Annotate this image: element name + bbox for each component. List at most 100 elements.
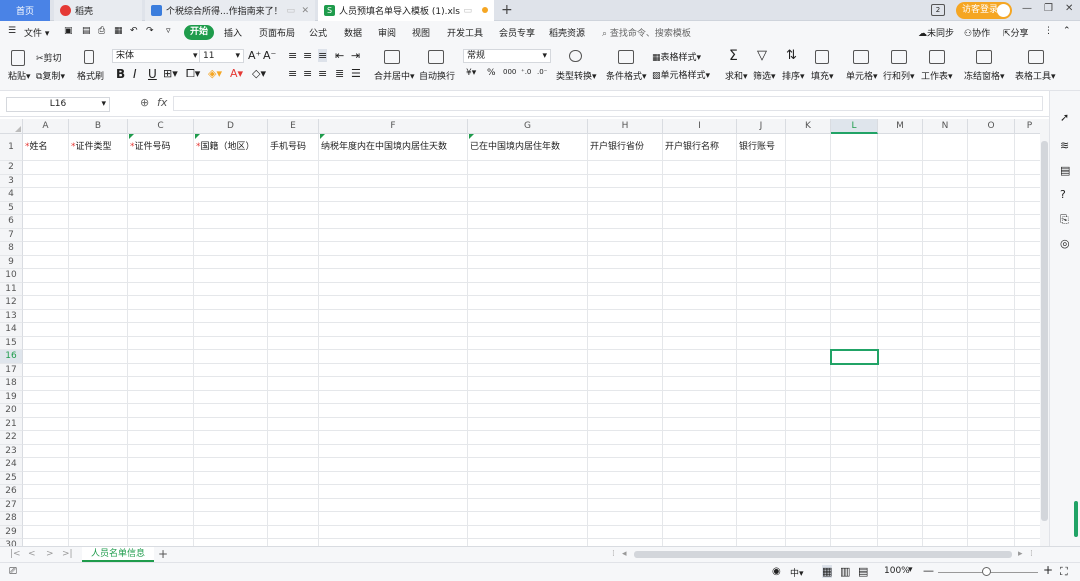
cell-c16[interactable]	[128, 350, 194, 364]
cell-n27[interactable]	[923, 498, 968, 512]
cell-i4[interactable]	[663, 188, 737, 202]
cell-j23[interactable]	[737, 444, 786, 458]
cell-o20[interactable]	[968, 404, 1015, 418]
cell-a8[interactable]	[23, 242, 69, 256]
last-sheet-icon[interactable]: >|	[62, 549, 73, 559]
cell-a21[interactable]	[23, 417, 69, 431]
cell-b7[interactable]	[69, 228, 128, 242]
cell-c14[interactable]	[128, 323, 194, 337]
align-left-icon[interactable]: ≡	[288, 67, 297, 80]
cell-n28[interactable]	[923, 512, 968, 526]
percent-icon[interactable]: %	[487, 68, 496, 78]
vertical-scrollbar[interactable]	[1040, 119, 1049, 546]
cell-j14[interactable]	[737, 323, 786, 337]
row-header-5[interactable]: 5	[0, 201, 23, 215]
cell-l15[interactable]	[831, 336, 878, 350]
cell-f7[interactable]	[319, 228, 468, 242]
cell-e24[interactable]	[268, 458, 319, 472]
cell-g20[interactable]	[468, 404, 588, 418]
cell-e15[interactable]	[268, 336, 319, 350]
cell-n13[interactable]	[923, 309, 968, 323]
cell-o27[interactable]	[968, 498, 1015, 512]
cell-g27[interactable]	[468, 498, 588, 512]
cell-o3[interactable]	[968, 174, 1015, 188]
cell-k2[interactable]	[786, 161, 831, 175]
cell-o16[interactable]	[968, 350, 1015, 364]
new-tab-icon[interactable]: +	[501, 2, 513, 18]
cell-e3[interactable]	[268, 174, 319, 188]
cell-o30[interactable]	[968, 539, 1015, 546]
cell-i26[interactable]	[663, 485, 737, 499]
cell-m27[interactable]	[878, 498, 923, 512]
select-all-corner[interactable]	[0, 119, 23, 134]
cell-l17[interactable]	[831, 363, 878, 377]
row-header-10[interactable]: 10	[0, 269, 23, 283]
cell-k16[interactable]	[786, 350, 831, 364]
conditional-format-icon[interactable]	[618, 50, 634, 64]
cell-i23[interactable]	[663, 444, 737, 458]
properties-icon[interactable]: ≋	[1060, 139, 1069, 152]
cell-o10[interactable]	[968, 269, 1015, 283]
cell-h25[interactable]	[588, 471, 663, 485]
cell-d26[interactable]	[194, 485, 268, 499]
font-color-icon[interactable]: A▾	[230, 67, 243, 80]
tab-pin-icon[interactable]: ▭	[286, 6, 295, 16]
worksheet-icon[interactable]	[929, 50, 945, 64]
cell-k18[interactable]	[786, 377, 831, 391]
redo-icon[interactable]: ↷	[146, 26, 154, 36]
cell-e8[interactable]	[268, 242, 319, 256]
zoom-formula-icon[interactable]: ⊕	[140, 96, 149, 109]
cell-l21[interactable]	[831, 417, 878, 431]
location-icon[interactable]: ◎	[1060, 237, 1070, 250]
cell-n23[interactable]	[923, 444, 968, 458]
cell-l10[interactable]	[831, 269, 878, 283]
cell-b2[interactable]	[69, 161, 128, 175]
sync-status[interactable]: ☁未同步	[918, 26, 954, 39]
cell-l24[interactable]	[831, 458, 878, 472]
tab-data[interactable]: 数据	[344, 26, 362, 39]
cell-l20[interactable]	[831, 404, 878, 418]
row-header-6[interactable]: 6	[0, 215, 23, 229]
cell-p9[interactable]	[1015, 256, 1040, 269]
cell-j22[interactable]	[737, 431, 786, 445]
row-header-29[interactable]: 29	[0, 525, 23, 539]
cell-d23[interactable]	[194, 444, 268, 458]
cell-d25[interactable]	[194, 471, 268, 485]
cell-a4[interactable]	[23, 188, 69, 202]
save-icon[interactable]: ▣	[64, 26, 73, 36]
cell-f9[interactable]	[319, 255, 468, 269]
paste-button[interactable]: 粘贴▾	[8, 69, 31, 82]
cell-o8[interactable]	[968, 242, 1015, 256]
header-cell-g1[interactable]: 已在中国境内居住年数	[468, 134, 588, 161]
row-header-7[interactable]: 7	[0, 228, 23, 242]
cell-i2[interactable]	[663, 161, 737, 175]
cell-f22[interactable]	[319, 431, 468, 445]
row-header-27[interactable]: 27	[0, 498, 23, 512]
cell-l4[interactable]	[831, 188, 878, 202]
save-as-icon[interactable]: ▤	[82, 26, 91, 36]
cell-e14[interactable]	[268, 323, 319, 337]
cell-g29[interactable]	[468, 525, 588, 539]
cell-b25[interactable]	[69, 471, 128, 485]
cell-k28[interactable]	[786, 512, 831, 526]
thousands-icon[interactable]: 000	[503, 68, 516, 76]
cell-b10[interactable]	[69, 269, 128, 283]
row-header-3[interactable]: 3	[0, 174, 23, 188]
cell-c29[interactable]	[128, 525, 194, 539]
cell-f6[interactable]	[319, 215, 468, 229]
cell-j20[interactable]	[737, 404, 786, 418]
cell-a11[interactable]	[23, 282, 69, 296]
cell-d13[interactable]	[194, 309, 268, 323]
cell-b19[interactable]	[69, 390, 128, 404]
first-sheet-icon[interactable]: |<	[10, 549, 21, 559]
menu-file[interactable]: 文件 ▾	[24, 26, 49, 39]
cell-j13[interactable]	[737, 309, 786, 323]
cell-g8[interactable]	[468, 242, 588, 256]
cell-l11[interactable]	[831, 282, 878, 296]
cell-k29[interactable]	[786, 525, 831, 539]
cell-h5[interactable]	[588, 201, 663, 215]
cell-n6[interactable]	[923, 215, 968, 229]
cell-p24[interactable]	[1015, 458, 1040, 472]
input-method[interactable]: 中▾	[790, 566, 804, 579]
italic-icon[interactable]: I	[133, 67, 137, 81]
